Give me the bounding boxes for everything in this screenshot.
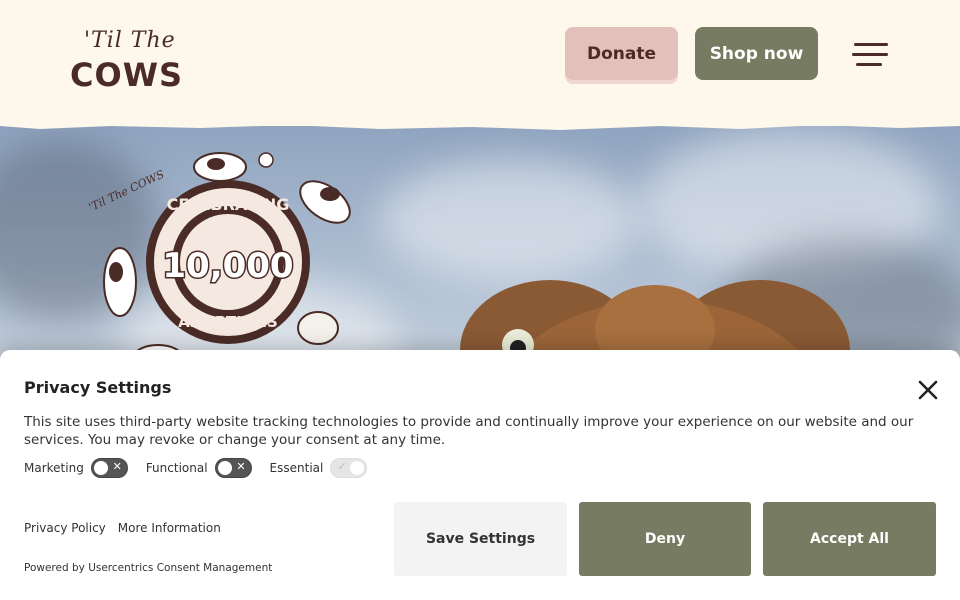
save-settings-button[interactable]: Save Settings — [394, 502, 567, 576]
x-icon: ✕ — [112, 460, 122, 473]
donate-button[interactable]: Donate — [565, 27, 678, 80]
badge-bottom-text: ADOPTIONS — [178, 313, 278, 331]
switch-knob — [350, 461, 365, 475]
more-information-link[interactable]: More Information — [118, 521, 221, 535]
privacy-links: Privacy Policy More Information — [24, 521, 233, 535]
privacy-settings-dialog: Privacy Settings This site uses third-pa… — [0, 350, 960, 600]
accept-all-button[interactable]: Accept All — [763, 502, 936, 576]
toggle-marketing: Marketing ✕ — [24, 458, 128, 478]
check-icon: ✓ — [337, 460, 347, 473]
adoptions-badge: CELEBRATING 10,000 ADOPTIONS 'Til The CO… — [87, 152, 351, 370]
x-icon: ✕ — [236, 460, 246, 473]
close-icon[interactable] — [916, 378, 940, 402]
site-logo[interactable]: 'Til The COWS — [70, 28, 188, 94]
consent-toggles: Marketing ✕ Functional ✕ Essential ✓ — [24, 458, 385, 478]
functional-switch[interactable]: ✕ — [214, 458, 252, 478]
deny-button[interactable]: Deny — [579, 502, 751, 576]
logo-main-text: COWS — [70, 56, 184, 94]
powered-by-text: Powered by Usercentrics Consent Manageme… — [24, 562, 273, 574]
menu-icon[interactable] — [852, 41, 890, 69]
switch-knob — [217, 461, 232, 475]
privacy-description: This site uses third-party website track… — [24, 414, 914, 448]
toggle-label: Essential — [269, 461, 324, 475]
toggle-label: Functional — [145, 461, 208, 475]
privacy-policy-link[interactable]: Privacy Policy — [24, 521, 106, 535]
privacy-title: Privacy Settings — [24, 378, 172, 397]
site-header: 'Til The COWS Donate Shop now — [0, 0, 960, 126]
badge-number: 10,000 — [162, 246, 293, 286]
shop-now-button[interactable]: Shop now — [695, 27, 818, 80]
switch-knob — [93, 461, 108, 475]
logo-script-text: 'Til The — [84, 28, 176, 53]
toggle-functional: Functional ✕ — [146, 458, 252, 478]
essential-switch: ✓ — [330, 458, 368, 478]
badge-top-text: CELEBRATING — [167, 195, 290, 214]
toggle-label: Marketing — [24, 461, 84, 475]
toggle-essential: Essential ✓ — [270, 458, 368, 478]
badge-brand: 'Til The COWS — [87, 168, 167, 214]
marketing-switch[interactable]: ✕ — [90, 458, 128, 478]
